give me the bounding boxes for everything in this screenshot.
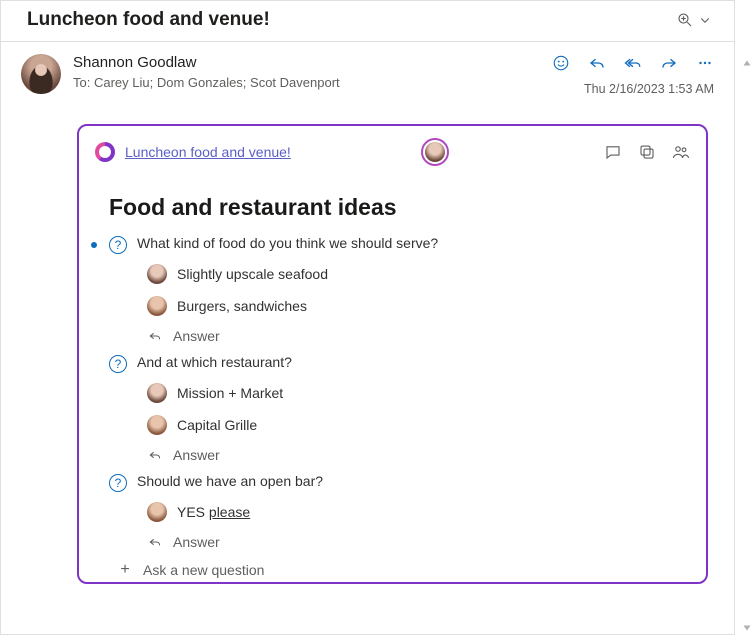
- message-header: Shannon Goodlaw To: Carey Liu; Dom Gonza…: [1, 42, 734, 94]
- answer-action-label: Answer: [173, 534, 220, 550]
- question-mark-icon: ?: [109, 355, 127, 373]
- answer-row[interactable]: Burgers, sandwiches: [109, 290, 676, 322]
- answer-avatar: [147, 502, 167, 522]
- question-text: What kind of food do you think we should…: [137, 235, 438, 251]
- avatar: [425, 142, 445, 162]
- email-subject: Luncheon food and venue!: [27, 9, 270, 31]
- answer-avatar: [147, 383, 167, 403]
- answer-text: Mission + Market: [177, 385, 283, 401]
- loop-title-link[interactable]: Luncheon food and venue!: [125, 144, 291, 160]
- question-row[interactable]: ? Should we have an open bar?: [109, 469, 676, 496]
- bullet-icon: [91, 242, 97, 248]
- question-mark-icon: ?: [109, 474, 127, 492]
- answer-row[interactable]: Slightly upscale seafood: [109, 258, 676, 290]
- question-row[interactable]: ? What kind of food do you think we shoul…: [109, 231, 676, 258]
- subject-bar: Luncheon food and venue!: [1, 1, 734, 42]
- question-mark-icon: ?: [109, 236, 127, 254]
- scroll-up-icon[interactable]: [741, 56, 753, 68]
- answer-text: YES please: [177, 504, 250, 520]
- loop-logo-icon: [95, 142, 115, 162]
- ask-question-label: Ask a new question: [143, 562, 264, 578]
- to-label: To:: [73, 75, 90, 90]
- message-timestamp: Thu 2/16/2023 1:53 AM: [552, 82, 714, 96]
- reply-icon[interactable]: [588, 54, 606, 72]
- loop-component: Luncheon food and venue! Food and restau…: [77, 124, 708, 584]
- answer-text: Burgers, sandwiches: [177, 298, 307, 314]
- ask-question-row[interactable]: + Ask a new question: [109, 556, 676, 584]
- question-text: And at which restaurant?: [137, 354, 292, 370]
- reply-arrow-icon: [147, 328, 163, 344]
- sender-avatar: [21, 54, 61, 94]
- answer-action-label: Answer: [173, 447, 220, 463]
- scroll-down-icon[interactable]: [741, 621, 753, 633]
- question-row[interactable]: ? And at which restaurant?: [109, 350, 676, 377]
- people-icon[interactable]: [672, 143, 690, 161]
- react-icon[interactable]: [552, 54, 570, 72]
- reply-all-icon[interactable]: [624, 54, 642, 72]
- more-actions-icon[interactable]: [696, 54, 714, 72]
- answer-text: Slightly upscale seafood: [177, 266, 328, 282]
- loop-heading: Food and restaurant ideas: [109, 194, 676, 221]
- answer-avatar: [147, 415, 167, 435]
- chevron-down-icon[interactable]: [696, 11, 714, 29]
- answer-row[interactable]: Mission + Market: [109, 377, 676, 409]
- loop-header: Luncheon food and venue!: [79, 126, 706, 170]
- reply-arrow-icon: [147, 447, 163, 463]
- answer-row[interactable]: YES please: [109, 496, 676, 528]
- answer-action-row[interactable]: Answer: [109, 528, 676, 556]
- answer-avatar: [147, 296, 167, 316]
- reply-arrow-icon: [147, 534, 163, 550]
- plus-icon: +: [117, 562, 133, 578]
- loop-body: Food and restaurant ideas ? What kind of …: [79, 170, 706, 584]
- answer-action-row[interactable]: Answer: [109, 322, 676, 350]
- answer-text: Capital Grille: [177, 417, 257, 433]
- forward-icon[interactable]: [660, 54, 678, 72]
- answer-action-label: Answer: [173, 328, 220, 344]
- comments-icon[interactable]: [604, 143, 622, 161]
- answer-row[interactable]: Capital Grille: [109, 409, 676, 441]
- loop-presence-avatar[interactable]: [421, 138, 449, 166]
- answer-avatar: [147, 264, 167, 284]
- message-action-bar: [552, 54, 714, 72]
- answer-action-row[interactable]: Answer: [109, 441, 676, 469]
- copy-component-icon[interactable]: [638, 143, 656, 161]
- recipients-list: Carey Liu; Dom Gonzales; Scot Davenport: [94, 75, 340, 90]
- zoom-icon[interactable]: [676, 11, 694, 29]
- question-text: Should we have an open bar?: [137, 473, 323, 489]
